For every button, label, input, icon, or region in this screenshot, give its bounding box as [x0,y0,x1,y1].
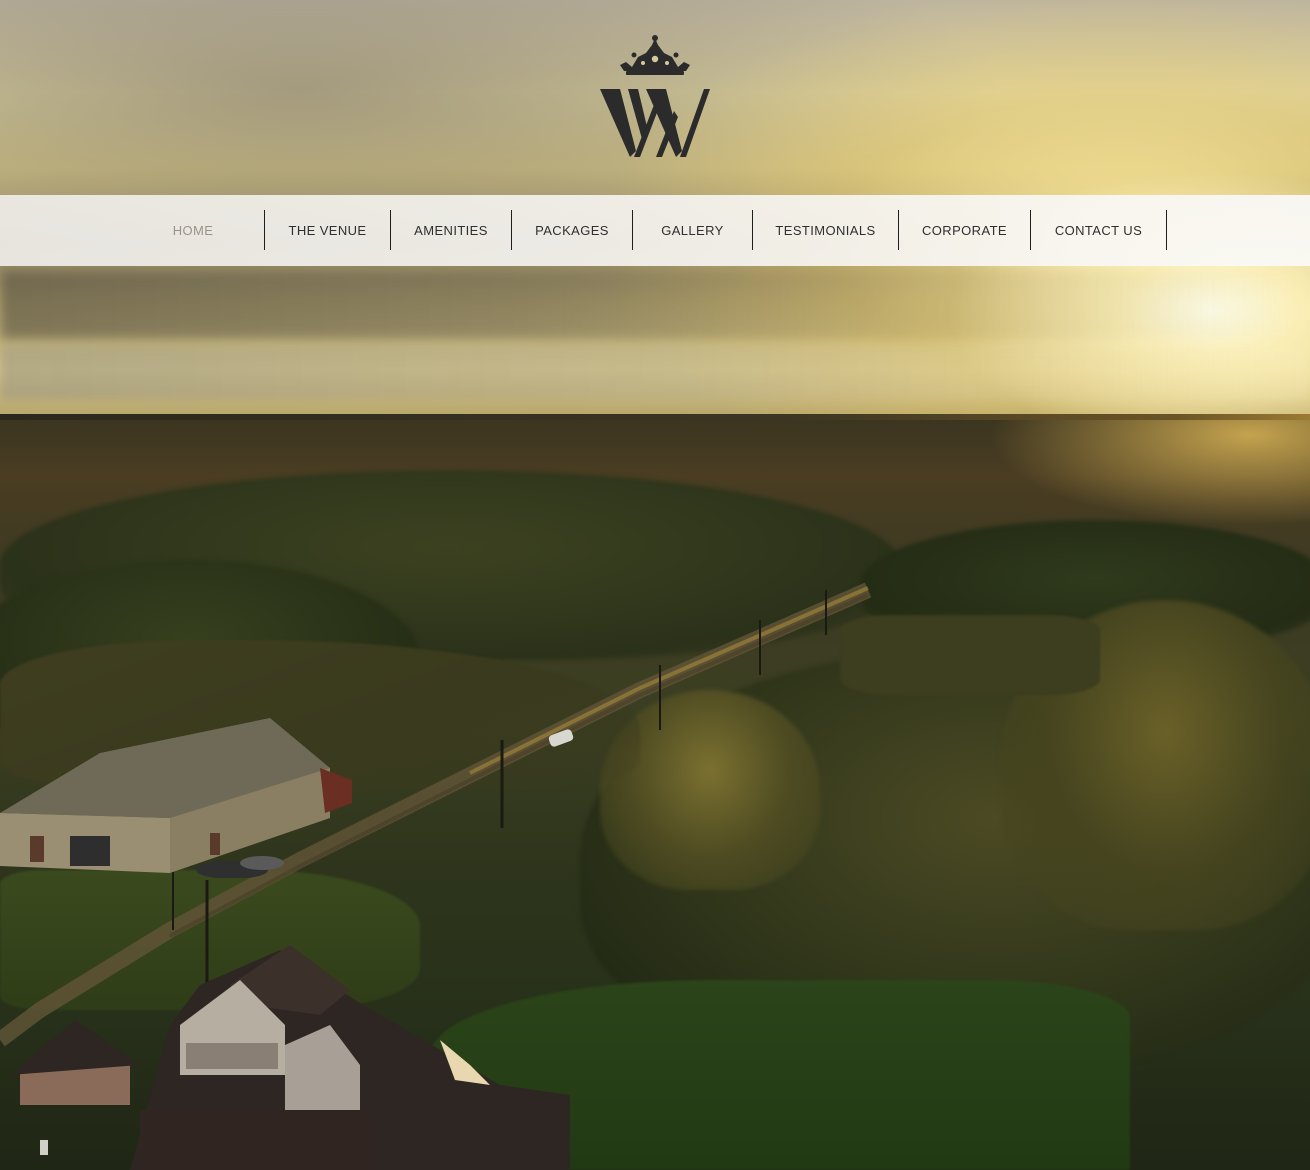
main-navigation: HOME THE VENUE AMENITIES PACKAGES GALLER… [0,195,1310,266]
site-logo[interactable] [598,35,712,159]
nav-item-the-venue[interactable]: THE VENUE [265,210,391,250]
nav-item-corporate[interactable]: CORPORATE [899,210,1031,250]
nav-item-amenities[interactable]: AMENITIES [391,210,512,250]
page: HOME THE VENUE AMENITIES PACKAGES GALLER… [0,0,1310,1170]
nav-item-packages[interactable]: PACKAGES [512,210,633,250]
barn [0,718,352,878]
nav-item-testimonials[interactable]: TESTIMONIALS [753,210,899,250]
nav-item-home[interactable]: HOME [122,210,265,250]
house [10,945,570,1170]
nav-item-gallery[interactable]: GALLERY [633,210,753,250]
nav-item-contact-us[interactable]: CONTACT US [1031,210,1167,250]
monogram-logo [600,89,710,157]
